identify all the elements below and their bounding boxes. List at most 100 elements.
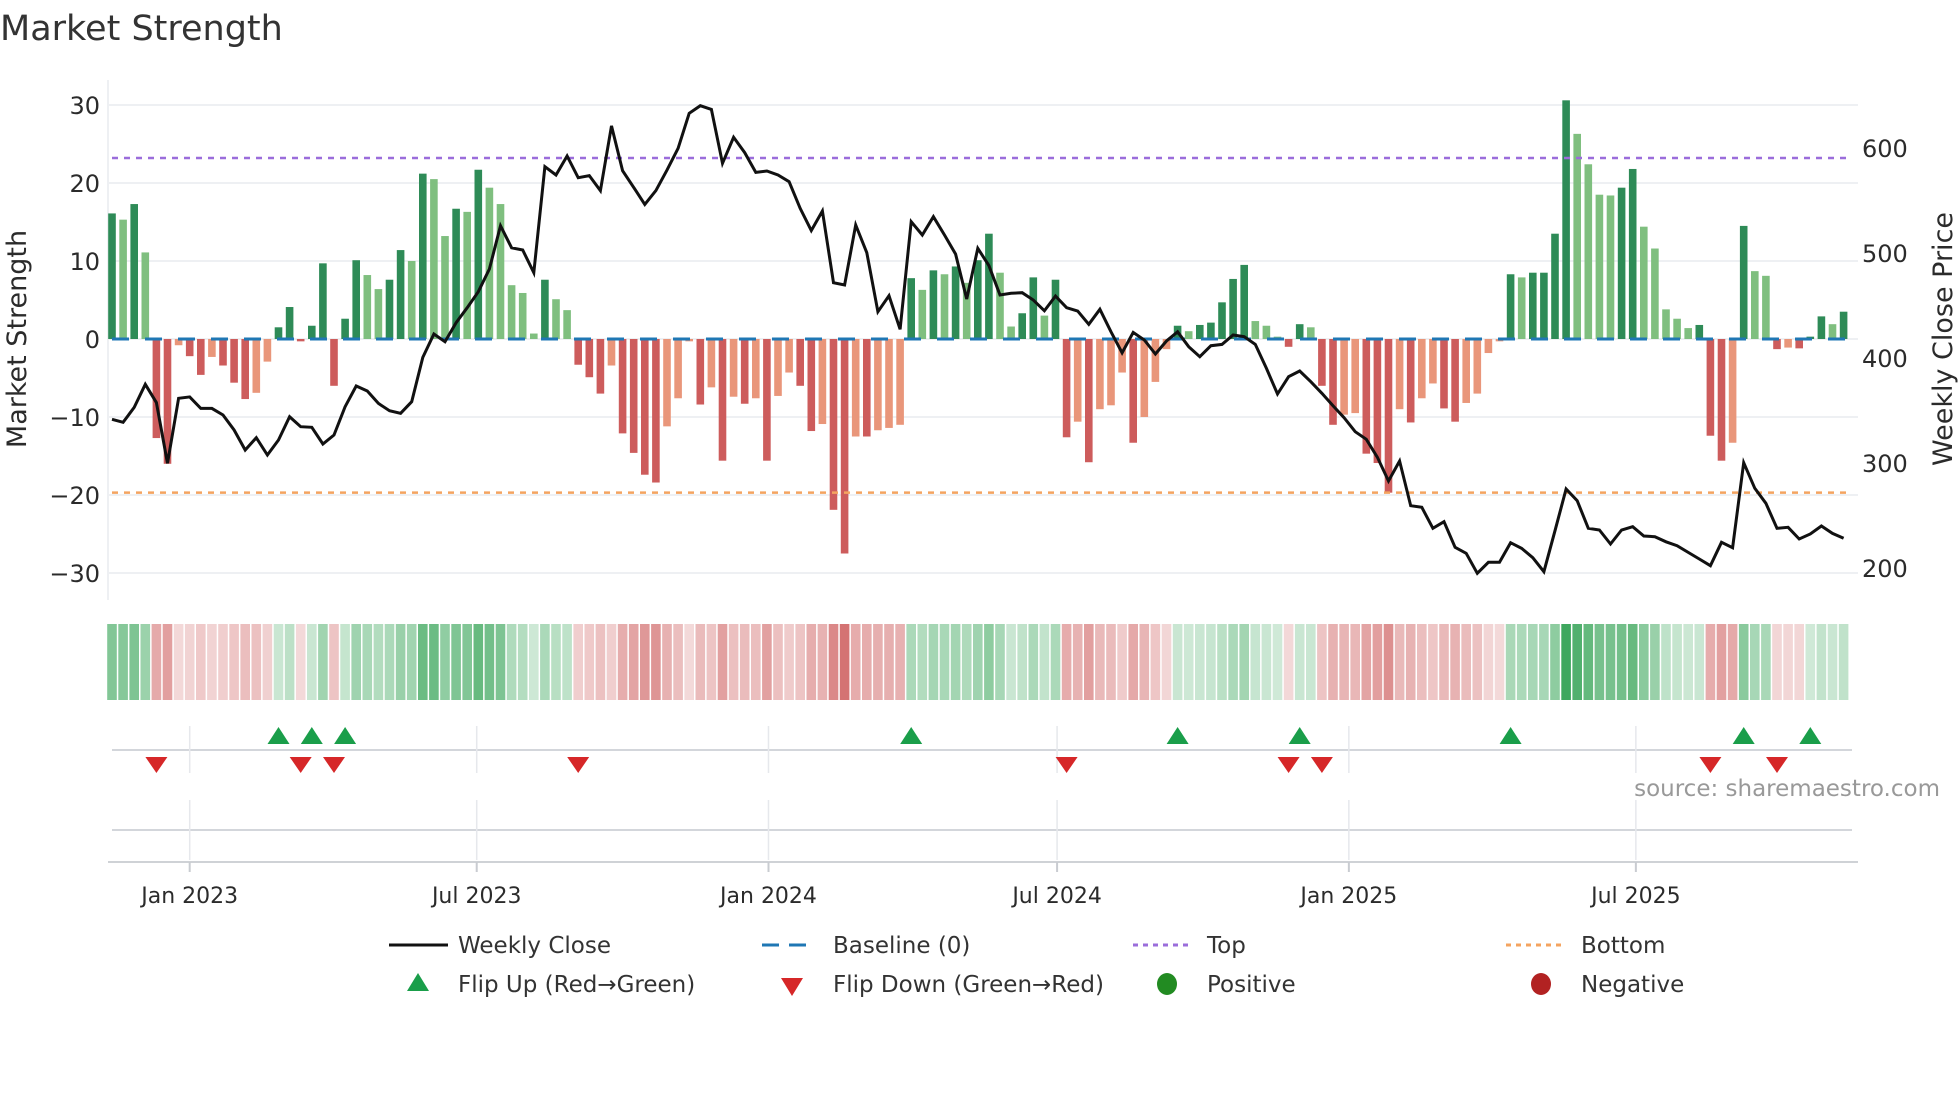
positive-bar [1606,195,1615,339]
negative-bar [1373,339,1382,464]
flip-up-marker [1499,727,1522,744]
heatmap-cell [751,624,761,700]
positive-bar [1751,271,1759,339]
heatmap-cell [895,624,905,700]
flip-down-marker [1766,757,1788,773]
heatmap-cell [939,624,950,700]
positive-bar [1262,325,1271,339]
positive-bar [1184,331,1193,339]
negative-bar [1073,339,1082,422]
heatmap-cell [1017,624,1027,700]
heatmap-cell [695,624,706,700]
strength-bars [108,100,1848,554]
negative-bar [1418,339,1426,399]
positive-bar [1839,311,1848,339]
heatmap-cell [1827,624,1838,700]
positive-bar [1817,316,1826,339]
legend-item-flip-down[interactable]: Flip Down (Green→Red) [781,972,1104,998]
negative-bar [252,339,261,393]
heatmap-cell [950,624,961,700]
heatmap-cell [1261,624,1272,700]
negative-bar [674,339,682,399]
positive-bar [918,289,927,339]
legend-label: Flip Up (Red→Green) [458,972,695,998]
negative-bar [752,339,760,399]
heatmap-cell [1394,624,1405,700]
negative-bar [1129,339,1137,443]
heatmap-cell [1583,624,1594,700]
negative-bar [1706,339,1715,436]
positive-bar [985,233,993,339]
negative-bar [296,339,305,342]
y-tick-label: 30 [69,92,100,120]
legend-item-weekly-close[interactable]: Weekly Close [389,933,611,959]
positive-bar [1040,315,1049,339]
heatmap-cell [218,624,228,700]
heatmap-cell [595,624,606,700]
negative-bar [1384,339,1393,493]
negative-bar [663,339,671,427]
heatmap-cell [1095,624,1105,700]
heatmap-cell [1761,624,1771,700]
legend-item-baseline[interactable]: Baseline (0) [762,933,970,959]
heatmap-cell [662,624,672,700]
positive-bar [285,307,294,339]
negative-bar [807,339,816,432]
heatmap-cell [562,624,572,700]
heatmap-cell [784,624,794,700]
heatmap-cell [762,624,772,700]
negative-bar [1395,339,1404,410]
heatmap-cell [806,624,817,700]
heatmap-cell [284,624,295,700]
negative-bar [629,339,638,453]
negative-bar [607,339,616,366]
negative-bar [1728,339,1737,443]
heatmap-cell [1405,624,1416,700]
positive-bar [541,279,549,339]
heatmap-cell [1183,624,1194,700]
flip-down-marker [1699,757,1722,773]
heatmap-cell [928,624,939,700]
legend-item-top[interactable]: Top [1133,933,1246,959]
heatmap-cell [628,624,639,700]
legend-label: Top [1206,933,1246,959]
negative-bar [1773,339,1781,350]
heatmap-cell [773,624,783,700]
heatmap-cell [795,624,805,700]
strength-heatmap-strip [107,624,1849,700]
positive-bar [907,278,915,339]
heatmap-cell [739,624,750,700]
heatmap-cell [340,624,350,700]
negative-bar [1151,339,1160,382]
heatmap-cell [640,624,650,700]
heatmap-cell [617,624,628,700]
heatmap-cell [684,624,694,700]
heatmap-cell [262,624,273,700]
positive-bar [1562,100,1570,339]
legend-item-flip-up[interactable]: Flip Up (Red→Green) [407,972,695,998]
heatmap-cell [1150,624,1161,700]
heatmap-cell [1572,624,1582,700]
legend-item-negative[interactable]: Negative [1531,972,1684,998]
heatmap-cell [207,624,217,700]
x-tick-label: Jan 2025 [1298,884,1397,909]
heatmap-cell [1539,624,1549,700]
heatmap-cell [884,624,894,700]
positive-bar [419,173,427,339]
heatmap-cell [1694,624,1705,700]
heatmap-cell [1594,624,1605,700]
heatmap-cell [1683,624,1693,700]
heatmap-cell [961,624,972,700]
heatmap-cell [329,624,339,700]
heatmap-cell [1272,624,1283,700]
heatmap-cell [451,624,461,700]
positive-bar [1584,164,1593,339]
negative-bar [785,339,793,373]
heatmap-cell [1428,624,1438,700]
heatmap-cell [351,624,361,700]
legend-item-bottom[interactable]: Bottom [1506,933,1665,959]
positive-bar [1628,168,1637,339]
legend-item-positive[interactable]: Positive [1157,972,1296,998]
negative-bar [851,339,860,437]
heatmap-cell [1772,624,1782,700]
